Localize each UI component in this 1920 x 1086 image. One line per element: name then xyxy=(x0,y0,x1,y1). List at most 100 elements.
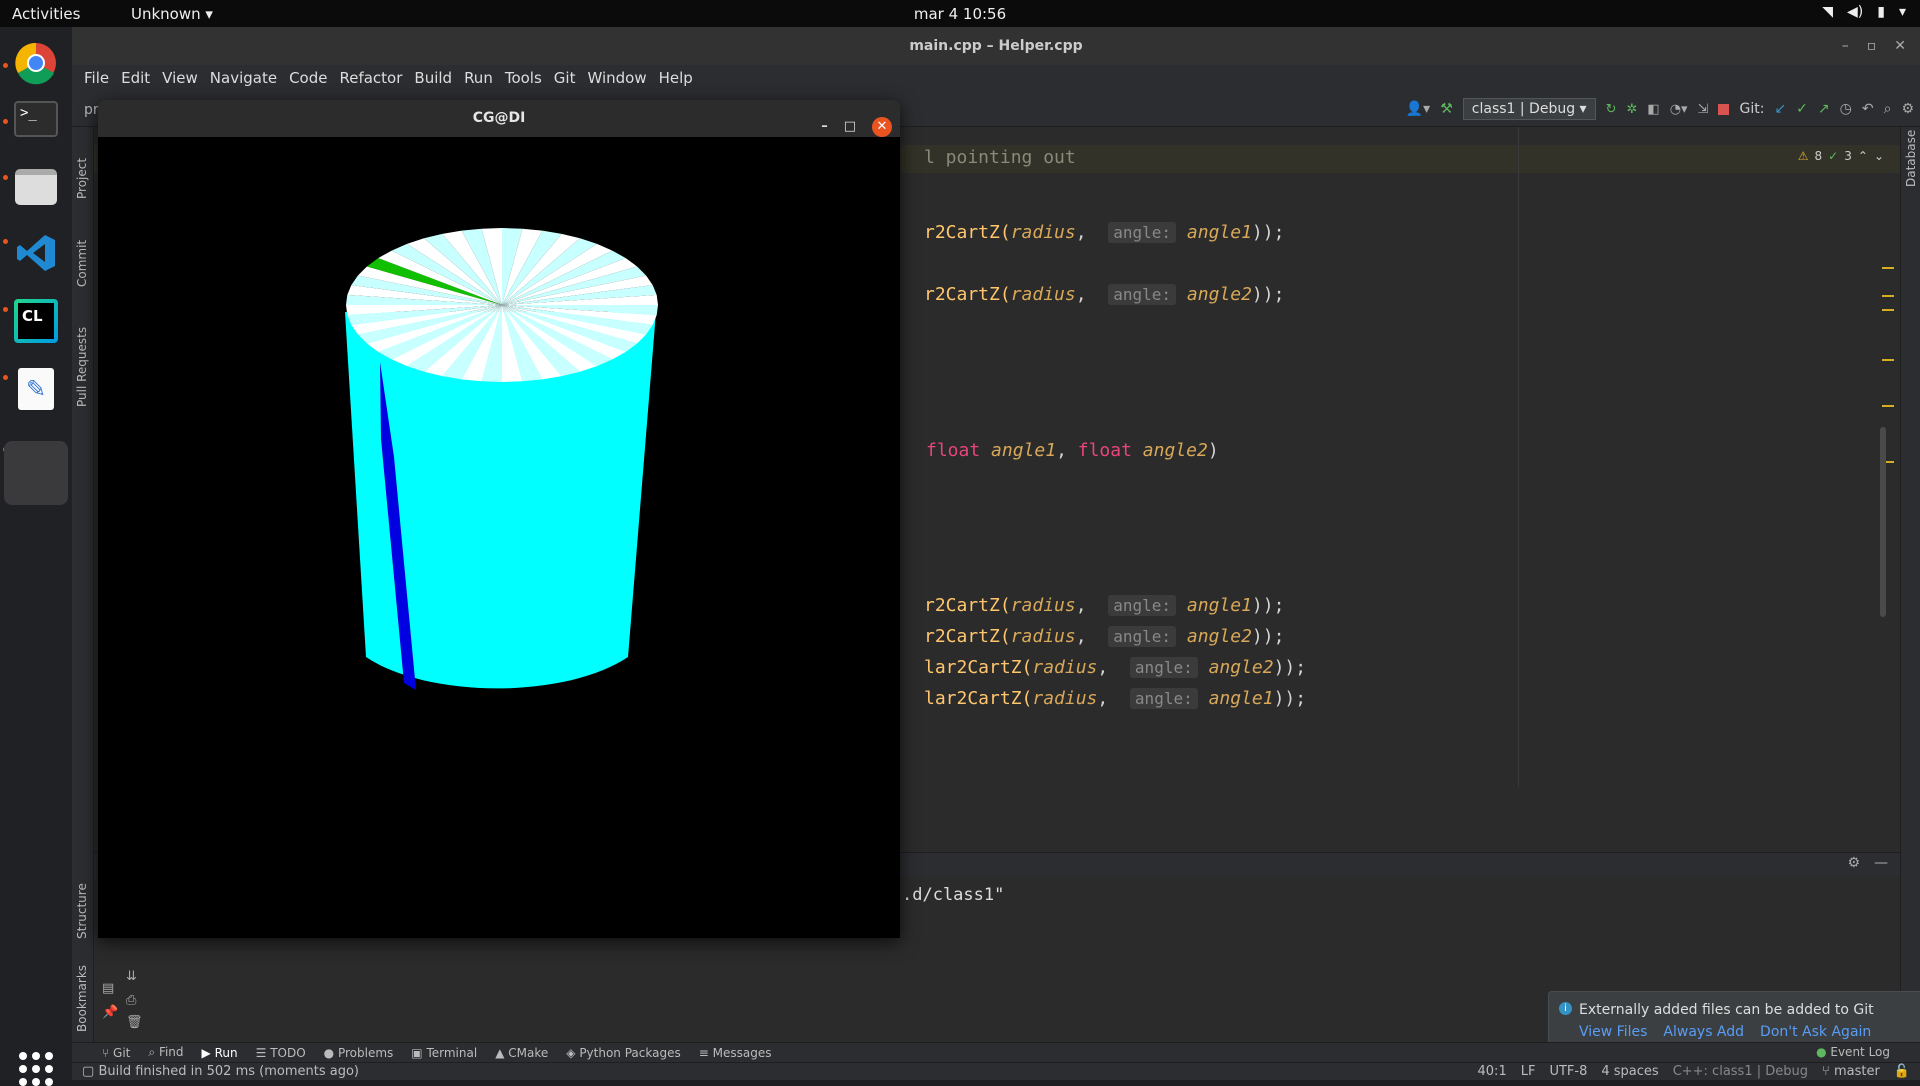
build-hammer-icon[interactable]: ⚒ xyxy=(1440,101,1453,117)
minimize-icon[interactable]: – xyxy=(1842,27,1849,65)
tool-find[interactable]: ⌕ Find xyxy=(148,1045,183,1060)
menu-help[interactable]: Help xyxy=(653,65,699,93)
line-separator[interactable]: LF xyxy=(1521,1064,1536,1079)
attach-icon[interactable]: ⇲ xyxy=(1698,102,1709,117)
tool-structure[interactable]: Structure xyxy=(75,883,89,939)
warning-count: 8 xyxy=(1814,149,1823,163)
tool-run-label: Run xyxy=(214,1045,238,1060)
terminal-icon[interactable]: >_ xyxy=(8,91,64,147)
debug-icon[interactable]: ✲ xyxy=(1627,102,1638,117)
menu-run[interactable]: Run xyxy=(458,65,499,93)
rollback-icon[interactable]: ↶ xyxy=(1862,101,1874,117)
always-add-link[interactable]: Always Add xyxy=(1663,1024,1744,1040)
tool-bookmarks[interactable]: Bookmarks xyxy=(75,965,89,1032)
system-tray[interactable]: ◥ ◀) ▮ ▾ xyxy=(1822,4,1906,20)
menu-file[interactable]: File xyxy=(78,65,115,93)
settings-icon[interactable]: ⚙ xyxy=(1901,101,1914,117)
running-app-icon[interactable] xyxy=(4,441,68,505)
menu-git[interactable]: Git xyxy=(548,65,582,93)
code-fn: r2CartZ( xyxy=(924,626,1011,647)
layout-icon[interactable]: ▤ xyxy=(102,981,114,996)
menu-build[interactable]: Build xyxy=(408,65,458,93)
warning-marker[interactable] xyxy=(1882,295,1894,297)
warning-marker[interactable] xyxy=(1882,267,1894,269)
code-arg: radius xyxy=(1010,595,1076,616)
run-config-select[interactable]: class1 | Debug ▾ xyxy=(1462,98,1596,120)
status-message[interactable]: Build finished in 502 ms (moments ago) xyxy=(98,1064,359,1079)
menu-code[interactable]: Code xyxy=(283,65,333,93)
right-tool-strip: Database xyxy=(1900,127,1920,1042)
clock[interactable]: mar 4 10:56 xyxy=(914,5,1006,23)
warning-marker[interactable] xyxy=(1882,405,1894,407)
text-editor-icon[interactable]: ✎ xyxy=(8,361,64,417)
tool-python-packages[interactable]: ◈ Python Packages xyxy=(566,1046,680,1060)
tool-pull-requests[interactable]: Pull Requests xyxy=(75,327,89,407)
pin-icon[interactable]: 📌 xyxy=(102,1005,118,1020)
show-applications-icon[interactable] xyxy=(19,1052,53,1086)
gl-viewport[interactable] xyxy=(98,137,900,938)
param-hint: angle: xyxy=(1108,626,1177,647)
inspection-widget[interactable]: ⚠ 8 ✓ 3 ⌃ ⌄ xyxy=(1798,149,1884,163)
caret-position[interactable]: 40:1 xyxy=(1478,1064,1507,1079)
git-update-icon[interactable]: ↙ xyxy=(1774,101,1786,117)
tool-terminal[interactable]: ▣ Terminal xyxy=(411,1046,477,1060)
dock: >_ CL ✎ xyxy=(0,27,72,1086)
tool-run[interactable]: ▶ Run xyxy=(202,1046,238,1060)
view-files-link[interactable]: View Files xyxy=(1579,1024,1647,1040)
chevron-down-icon[interactable]: ⌄ xyxy=(1874,149,1884,163)
vscode-icon[interactable] xyxy=(8,225,64,281)
menu-window[interactable]: Window xyxy=(581,65,652,93)
status-icon[interactable]: ▢ xyxy=(82,1064,94,1079)
menu-bar: File Edit View Navigate Code Refactor Bu… xyxy=(72,65,1920,93)
file-encoding[interactable]: UTF-8 xyxy=(1549,1064,1587,1079)
tool-problems[interactable]: ● Problems xyxy=(324,1046,394,1060)
git-commit-icon[interactable]: ✓ xyxy=(1796,101,1808,117)
tool-database[interactable]: Database xyxy=(1904,130,1918,187)
tool-git[interactable]: ⑂ Git xyxy=(102,1046,130,1060)
tool-git-label: Git xyxy=(113,1045,131,1060)
app-menu[interactable]: Unknown ▾ xyxy=(131,5,213,23)
git-branch[interactable]: ⑂ master xyxy=(1822,1064,1880,1079)
maximize-icon[interactable]: ▫ xyxy=(1867,27,1877,65)
hide-panel-icon[interactable]: — xyxy=(1874,855,1888,871)
stop-icon[interactable] xyxy=(1718,103,1730,115)
search-icon[interactable]: ⌕ xyxy=(1884,101,1892,117)
language-context[interactable]: C++: class1 | Debug xyxy=(1673,1064,1808,1079)
dont-ask-again-link[interactable]: Don't Ask Again xyxy=(1760,1024,1871,1040)
tool-todo[interactable]: ☰ TODO xyxy=(256,1046,306,1060)
menu-view[interactable]: View xyxy=(156,65,204,93)
menu-navigate[interactable]: Navigate xyxy=(204,65,283,93)
menu-tools[interactable]: Tools xyxy=(499,65,548,93)
lock-icon[interactable]: 🔓 xyxy=(1894,1064,1910,1079)
close-icon[interactable]: ✕ xyxy=(872,116,892,137)
tool-messages[interactable]: ≡ Messages xyxy=(699,1046,772,1060)
user-icon[interactable]: 👤▾ xyxy=(1406,101,1430,117)
gear-icon[interactable]: ⚙ xyxy=(1847,855,1860,871)
tool-commit[interactable]: Commit xyxy=(75,240,89,287)
clion-icon[interactable]: CL xyxy=(8,293,64,349)
warning-marker[interactable] xyxy=(1882,309,1894,311)
tool-cmake[interactable]: ▲ CMake xyxy=(495,1046,548,1060)
tool-project[interactable]: Project xyxy=(75,158,89,199)
chevron-up-icon[interactable]: ⌃ xyxy=(1858,149,1868,163)
chrome-icon[interactable] xyxy=(8,35,64,91)
trash-icon[interactable]: 🗑 xyxy=(126,1015,143,1030)
activities-button[interactable]: Activities xyxy=(12,5,80,23)
tool-event-log[interactable]: ● Event Log xyxy=(1816,1045,1890,1059)
breadcrumb[interactable]: pr xyxy=(84,102,99,118)
indent-setting[interactable]: 4 spaces xyxy=(1601,1064,1658,1079)
editor-scrollbar[interactable] xyxy=(1880,427,1886,617)
git-push-icon[interactable]: ↗ xyxy=(1818,101,1830,117)
run-icon[interactable]: ↻ xyxy=(1606,102,1617,117)
profile-icon[interactable]: ◔▾ xyxy=(1670,102,1688,117)
coverage-icon[interactable]: ◧ xyxy=(1647,102,1659,117)
close-icon[interactable]: ✕ xyxy=(1894,27,1906,65)
history-icon[interactable]: ◷ xyxy=(1840,101,1852,117)
warning-marker[interactable] xyxy=(1882,359,1894,361)
print-icon[interactable]: ⎙ xyxy=(126,993,136,1008)
menu-refactor[interactable]: Refactor xyxy=(333,65,408,93)
scroll-end-icon[interactable]: ⇊ xyxy=(126,969,137,984)
code-line: r2CartZ(radius, angle: angle2)); xyxy=(924,626,1285,647)
files-icon[interactable] xyxy=(8,159,64,215)
menu-edit[interactable]: Edit xyxy=(115,65,156,93)
